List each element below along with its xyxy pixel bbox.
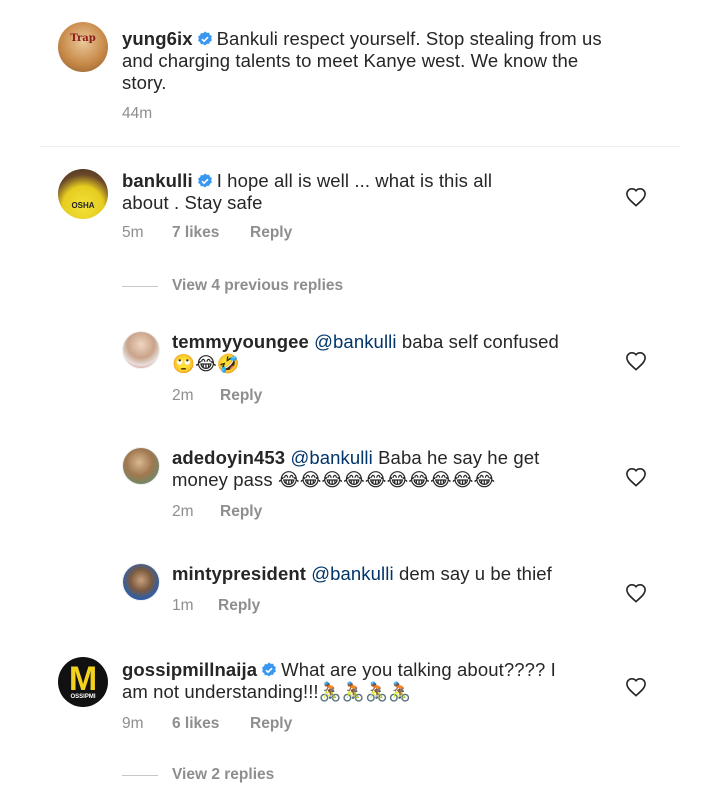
view-previous-replies[interactable]: View 4 previous replies	[122, 277, 343, 295]
reply-button[interactable]: Reply	[220, 387, 262, 405]
comment-meta: 44m	[122, 105, 152, 123]
timestamp: 9m	[122, 715, 144, 732]
avatar-gossip-caption: OSSIPMI	[70, 693, 96, 701]
username[interactable]: adedoyin453	[172, 447, 285, 468]
reply-button[interactable]: Reply	[220, 503, 262, 521]
reply-text: mintypresident @bankulli dem say u be th…	[172, 563, 612, 585]
comment-meta: 5m 7 likes Reply	[122, 224, 292, 242]
username[interactable]: mintypresident	[172, 563, 306, 584]
divider	[40, 146, 680, 147]
heart-outline-icon[interactable]	[625, 187, 647, 207]
avatar-bankulli-label: OSHA	[71, 200, 95, 210]
reply-meta: 2m Reply	[172, 387, 262, 405]
reply-meta: 1m Reply	[172, 597, 260, 615]
comment-body: Bankuli respect yourself. Stop stealing …	[216, 28, 602, 49]
avatar-yung6ix-label: Trap	[70, 32, 96, 44]
heart-outline-icon[interactable]	[625, 467, 647, 487]
comment-body-line3: story.	[122, 72, 167, 93]
reply-meta: 2m Reply	[172, 503, 262, 521]
reply-emoji: 🙄😂🤣	[172, 354, 240, 375]
view-previous-label: View 4 previous replies	[172, 277, 344, 294]
comment-meta: 9m 6 likes Reply	[122, 715, 292, 733]
timestamp: 2m	[172, 387, 194, 404]
view-more-label: View 2 replies	[172, 766, 275, 783]
username[interactable]: bankulli	[122, 170, 193, 191]
reply-text: adedoyin453 @bankulli Baba he say he get…	[172, 447, 612, 492]
comment-body-line2: and charging talents to meet Kanye west.…	[122, 50, 579, 71]
reply-button[interactable]: Reply	[250, 224, 292, 242]
mention-link[interactable]: @bankulli	[290, 447, 372, 468]
avatar-bankulli[interactable]: OSHA	[58, 169, 108, 219]
timestamp: 2m	[172, 503, 194, 520]
heart-outline-icon[interactable]	[625, 351, 647, 371]
avatar-temmyyoungee[interactable]	[122, 331, 160, 369]
reply-body: dem say u be thief	[398, 563, 552, 584]
reply-body-line2: money pass	[172, 469, 273, 490]
reply-text: temmyyoungee @bankulli baba self confuse…	[172, 331, 612, 376]
verified-badge-icon	[197, 173, 212, 188]
timestamp: 5m	[122, 224, 144, 241]
timestamp: 44m	[122, 105, 153, 122]
comment-body-line2: am not understanding!!!	[122, 681, 319, 702]
comment-emoji: 🚴🏾🚴🏾🚴🏾🚴🏾	[318, 682, 412, 703]
comment-body: I hope all is well ... what is this all	[216, 170, 493, 191]
avatar-gossipmillnaija[interactable]: M OSSIPMI	[58, 657, 108, 707]
heart-outline-icon[interactable]	[625, 677, 647, 697]
view-more-replies[interactable]: View 2 replies	[122, 766, 274, 784]
comment-text: gossipmillnaija What are you talking abou…	[122, 659, 612, 704]
divider-line	[122, 774, 158, 776]
likes-count[interactable]: 6 likes	[172, 715, 250, 733]
timestamp: 1m	[172, 597, 194, 614]
avatar-gossip-letter: M	[68, 659, 98, 698]
likes-count[interactable]: 7 likes	[172, 224, 250, 242]
avatar-mintypresident[interactable]	[122, 563, 160, 601]
reply-emoji: 😂😂😂😂😂😂😂😂😂😂	[278, 470, 496, 491]
mention-link[interactable]: @bankulli	[311, 563, 393, 584]
comment-body: What are you talking about???? I	[281, 659, 556, 680]
reply-button[interactable]: Reply	[250, 715, 292, 733]
avatar-yung6ix[interactable]: Trap	[58, 22, 108, 72]
username[interactable]: yung6ix	[122, 28, 193, 49]
divider-line	[122, 285, 158, 287]
reply-body: baba self confused	[401, 331, 559, 352]
comment-body-line2: about . Stay safe	[122, 192, 263, 213]
username[interactable]: temmyyoungee	[172, 331, 309, 352]
verified-badge-icon	[197, 31, 212, 46]
reply-body: Baba he say he get	[378, 447, 540, 468]
username[interactable]: gossipmillnaija	[122, 659, 257, 680]
comment-text: yung6ix Bankuli respect yourself. Stop st…	[122, 28, 682, 94]
verified-badge-icon	[262, 662, 277, 677]
avatar-adedoyin453[interactable]	[122, 447, 160, 485]
heart-outline-icon[interactable]	[625, 583, 647, 603]
reply-button[interactable]: Reply	[218, 597, 260, 615]
mention-link[interactable]: @bankulli	[314, 331, 396, 352]
comment-text: bankulli I hope all is well ... what is t…	[122, 170, 602, 214]
